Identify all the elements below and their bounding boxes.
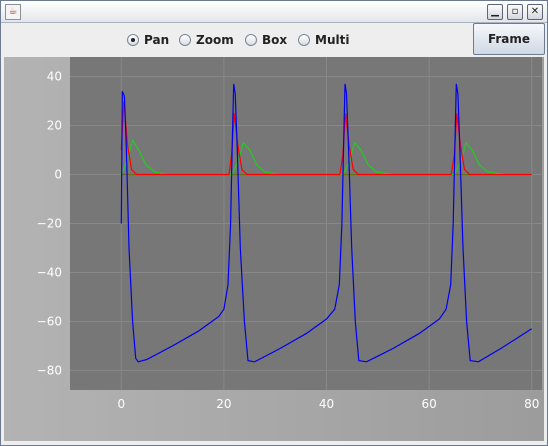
mode-radio-box[interactable]: Box bbox=[245, 32, 287, 48]
y-tick-label: 40 bbox=[47, 70, 62, 84]
toolbar: Pan Zoom Box Multi Frame bbox=[1, 23, 547, 57]
mode-label: Multi bbox=[315, 33, 350, 47]
java-coffee-icon: ☕ bbox=[5, 4, 21, 20]
app-window: ☕ ▁ ▫ ✕ Pan Zoom Box Multi Frame 0 20 40 60… bbox=[0, 0, 548, 446]
close-icon[interactable]: ✕ bbox=[527, 4, 543, 20]
mode-label: Pan bbox=[144, 33, 170, 47]
mode-label: Box bbox=[262, 33, 288, 47]
y-tick-label: −20 bbox=[37, 217, 62, 231]
radio-icon[interactable] bbox=[179, 34, 191, 46]
x-tick-label: 40 bbox=[319, 397, 334, 411]
radio-icon[interactable] bbox=[298, 34, 310, 46]
mode-label: Zoom bbox=[196, 33, 234, 47]
y-tick-label: 20 bbox=[47, 119, 62, 133]
frame-button[interactable]: Frame bbox=[473, 23, 545, 55]
radio-icon[interactable] bbox=[245, 34, 257, 46]
x-tick-label: 60 bbox=[421, 397, 436, 411]
x-tick-label: 80 bbox=[524, 397, 539, 411]
maximize-icon[interactable]: ▫ bbox=[507, 4, 523, 20]
mode-radio-pan[interactable]: Pan bbox=[127, 32, 169, 48]
y-tick-label: −40 bbox=[37, 265, 62, 279]
title-bar[interactable]: ☕ ▁ ▫ ✕ bbox=[1, 1, 547, 23]
minimize-icon[interactable]: ▁ bbox=[487, 4, 503, 20]
mode-radio-zoom[interactable]: Zoom bbox=[179, 32, 234, 48]
x-tick-label: 20 bbox=[216, 397, 231, 411]
mode-radio-multi[interactable]: Multi bbox=[298, 32, 349, 48]
line-chart[interactable]: 0 20 40 60 80 40 20 0 −20 −40 −60 −80 bbox=[4, 57, 544, 441]
radio-selected-icon[interactable] bbox=[127, 34, 139, 46]
y-tick-label: −80 bbox=[37, 363, 62, 377]
x-tick-label: 0 bbox=[117, 397, 125, 411]
y-tick-label: −60 bbox=[37, 314, 62, 328]
y-tick-label: 0 bbox=[54, 168, 62, 182]
chart-panel: 0 20 40 60 80 40 20 0 −20 −40 −60 −80 bbox=[4, 57, 544, 441]
